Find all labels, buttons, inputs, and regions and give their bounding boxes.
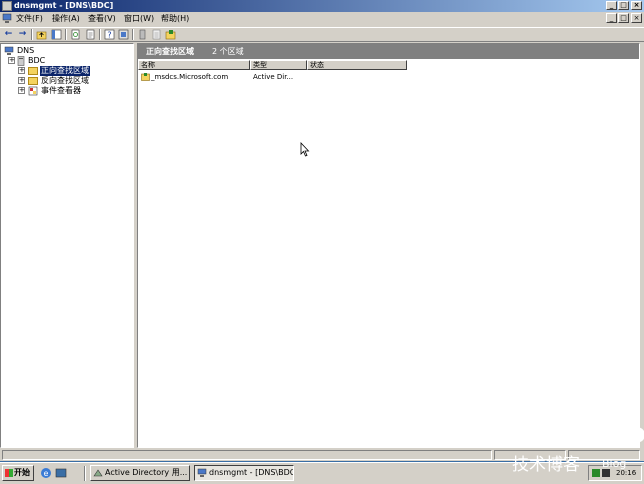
help-icon[interactable]: ? — [104, 29, 115, 40]
task-label: Active Directory 用... — [105, 468, 188, 477]
tree-label-server: BDC — [28, 56, 46, 65]
column-name[interactable]: 名称 — [138, 60, 250, 70]
tree-node-server[interactable]: + BDC — [1, 56, 131, 66]
zone-icon — [141, 73, 150, 81]
menu-help[interactable]: 帮助(H) — [161, 13, 189, 25]
expand-toggle[interactable]: + — [18, 87, 25, 94]
tree-node-forward-zones[interactable]: + 正向查找区域 — [1, 65, 131, 77]
column-header: 名称 类型 状态 — [138, 60, 639, 70]
column-status[interactable]: 状态 — [307, 60, 407, 70]
zone-name: _msdcs.Microsoft.com — [151, 73, 229, 81]
taskbar-separator — [84, 466, 86, 481]
zone-type: Active Dir... — [253, 73, 294, 81]
tray-network-icon[interactable] — [592, 469, 600, 477]
expand-toggle[interactable]: + — [18, 77, 25, 84]
windows-logo-icon — [5, 469, 13, 477]
task-dnsmgmt[interactable]: dnsmgmt - [DNS\BDC\... — [194, 465, 294, 481]
app-icon — [2, 1, 12, 11]
server-icon — [17, 56, 25, 66]
window-title: dnsmgmt - [DNS\BDC] — [14, 1, 114, 10]
tree-label-dns: DNS — [17, 46, 35, 55]
tree-node-event-viewer[interactable]: + 事件查看器 — [1, 86, 131, 96]
maximize-button[interactable]: □ — [618, 1, 629, 10]
show-desktop-icon[interactable] — [55, 467, 67, 479]
details-header: 正向查找区域 2 个区域 — [138, 44, 639, 59]
export-list-icon[interactable] — [85, 29, 96, 40]
toolbar-separator — [31, 29, 33, 40]
menu-bar: 文件(F) 操作(A) 查看(V) 窗口(W) 帮助(H) _ □ × — [0, 12, 644, 26]
svg-text:e: e — [44, 469, 49, 478]
mouse-cursor-icon — [300, 142, 310, 157]
folder-icon — [28, 77, 38, 85]
tree-node-dns[interactable]: DNS — [1, 46, 131, 56]
task-active-directory[interactable]: Active Directory 用... — [90, 465, 190, 481]
up-folder-icon[interactable] — [36, 29, 47, 40]
details-title: 正向查找区域 — [146, 47, 194, 56]
back-icon[interactable]: ← — [3, 29, 14, 40]
mmc-window: dnsmgmt - [DNS\BDC] _ □ × 文件(F) 操作(A) 查看… — [0, 0, 644, 461]
folder-icon — [28, 67, 38, 75]
task-label: dnsmgmt - [DNS\BDC\... — [209, 468, 293, 477]
watermark-tagline: 技术博客 — [512, 455, 580, 475]
collapse-toggle[interactable]: + — [8, 57, 15, 64]
refresh-icon[interactable] — [70, 29, 81, 40]
properties-icon[interactable] — [118, 29, 129, 40]
child-restore-button[interactable]: □ — [618, 13, 629, 23]
child-minimize-button[interactable]: _ — [606, 13, 617, 23]
event-viewer-icon — [28, 86, 38, 96]
tray-vmware-icon[interactable] — [602, 469, 610, 477]
internet-explorer-icon[interactable]: e — [40, 467, 52, 479]
toolbar-separator — [65, 29, 67, 40]
tree-node-reverse-zones[interactable]: + 反向查找区域 — [1, 76, 131, 86]
child-close-button[interactable]: × — [631, 13, 642, 23]
zone-count: 2 个区域 — [212, 47, 244, 56]
menu-window[interactable]: 窗口(W) — [124, 13, 154, 25]
zone-icon[interactable] — [165, 29, 176, 40]
watermark-site: 51CTO.com — [510, 418, 644, 449]
svg-text:?: ? — [107, 31, 111, 40]
forward-icon[interactable]: → — [17, 29, 28, 40]
active-directory-icon — [93, 469, 103, 477]
menu-view[interactable]: 查看(V) — [88, 13, 116, 25]
title-bar[interactable]: dnsmgmt - [DNS\BDC] _ □ × — [0, 0, 644, 12]
status-segment — [2, 450, 492, 460]
dns-icon — [197, 468, 207, 477]
tree-label-forward-zones: 正向查找区域 — [39, 65, 91, 77]
close-button[interactable]: × — [631, 1, 642, 10]
tree-label-reverse-zones: 反向查找区域 — [41, 76, 89, 85]
console-tree: DNS + BDC + 正向查找区域 + 反向查找区域 + 事件查看器 — [0, 43, 134, 448]
minimize-button[interactable]: _ — [606, 1, 617, 10]
list-item[interactable]: _msdcs.Microsoft.com Active Dir... — [138, 72, 438, 82]
menu-action[interactable]: 操作(A) — [52, 13, 80, 25]
toolbar: ← → ? — [0, 27, 644, 42]
watermark-blog: Blog — [602, 457, 627, 470]
menu-file[interactable]: 文件(F) — [16, 13, 43, 25]
tree-label-event-viewer: 事件查看器 — [41, 86, 81, 95]
toolbar-separator — [132, 29, 134, 40]
server-icon[interactable] — [137, 29, 148, 40]
show-hide-tree-icon[interactable] — [51, 29, 62, 40]
dns-icon — [4, 46, 14, 55]
start-button[interactable]: 开始 — [2, 465, 34, 481]
expand-toggle[interactable]: + — [18, 67, 25, 74]
list-icon[interactable] — [151, 29, 162, 40]
details-pane: 正向查找区域 2 个区域 名称 类型 状态 _msdcs.Microsoft.c… — [137, 43, 640, 448]
column-type[interactable]: 类型 — [250, 60, 307, 70]
console-icon[interactable] — [2, 13, 12, 24]
start-label: 开始 — [14, 468, 30, 477]
toolbar-separator — [99, 29, 101, 40]
